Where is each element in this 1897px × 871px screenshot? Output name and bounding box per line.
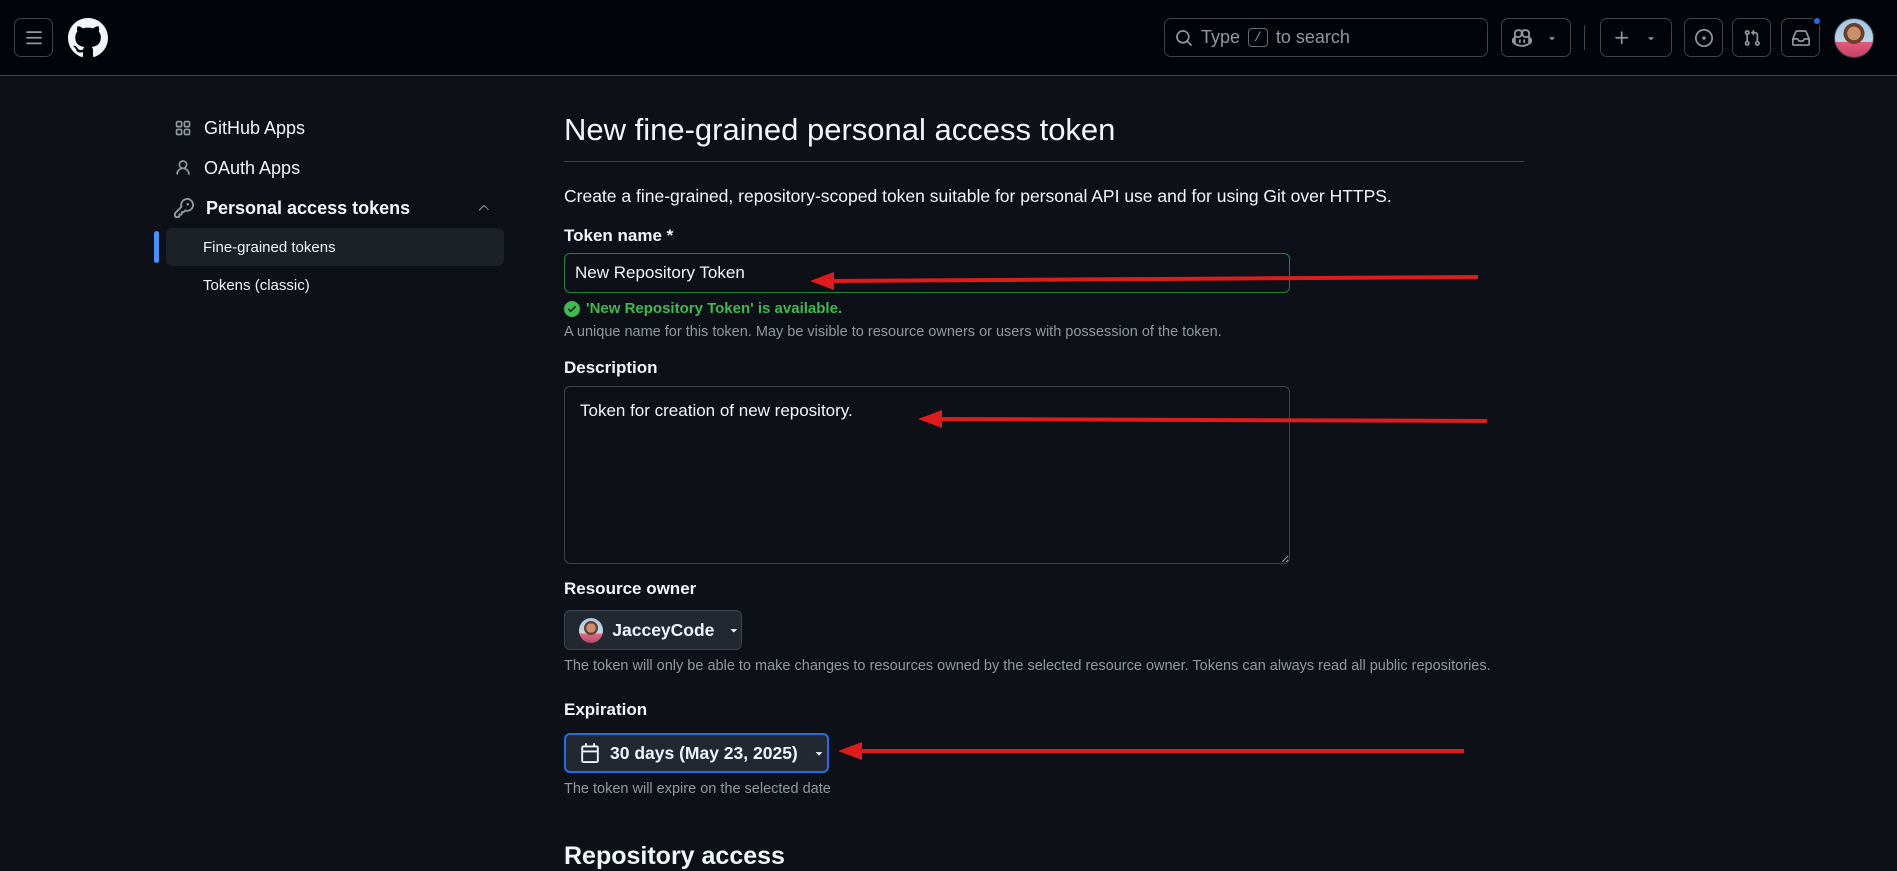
header-divider [1584,25,1585,50]
search-placeholder-suffix: to search [1275,27,1350,47]
sidebar-item-oauth-apps[interactable]: OAuth Apps [154,148,504,188]
sidebar-subitem-fine-grained-tokens[interactable]: Fine-grained tokens [154,228,504,266]
annotation-arrow-expiration [838,742,1464,760]
inbox-icon [1791,29,1810,46]
issue-opened-icon [1694,28,1713,47]
resource-owner-value: JacceyCode [612,619,715,640]
apps-icon [175,120,191,136]
notification-dot [1812,16,1822,26]
sidebar-item-github-apps[interactable]: GitHub Apps [154,108,504,148]
token-name-available-note: 'New Repository Token' is available. [564,300,842,317]
search-input[interactable]: Type / to search [1164,18,1488,57]
copilot-icon [1512,28,1532,47]
create-new-button[interactable] [1600,18,1672,57]
sidebar-item-personal-access-tokens[interactable]: Personal access tokens [154,188,504,228]
pull-requests-button[interactable] [1732,18,1771,57]
expiration-label: Expiration [564,700,648,719]
search-placeholder-prefix: Type [1201,27,1241,47]
intro-text: Create a fine-grained, repository-scoped… [564,186,1392,206]
resource-owner-hint: The token will only be able to make chan… [564,658,1491,674]
chevron-down-icon [1549,36,1555,40]
description-label: Description [564,358,658,377]
expiration-hint: The token will expire on the selected da… [564,781,831,797]
sidebar-subitem-label: Tokens (classic) [203,276,310,294]
chevron-down-icon [1648,36,1654,40]
plus-icon [1615,30,1629,44]
caret-down-icon [815,752,822,756]
search-icon [1176,29,1192,46]
sidebar-item-label: GitHub Apps [204,117,306,138]
github-logo-icon[interactable] [68,18,108,58]
user-avatar[interactable] [1834,18,1874,58]
caret-down-icon [731,629,738,633]
issues-button[interactable] [1684,18,1723,57]
git-pull-request-icon [1744,29,1760,46]
person-icon [176,160,190,175]
sidebar-item-label: Personal access tokens [206,197,411,218]
token-name-label: Token name * [564,226,674,245]
chevron-up-icon[interactable] [476,200,492,216]
owner-avatar [579,617,604,643]
expiration-value: 30 days (May 23, 2025) [610,742,798,763]
token-name-input[interactable] [564,253,1290,293]
check-circle-icon [564,300,580,317]
sidebar-item-label: OAuth Apps [204,157,301,178]
expiration-dropdown[interactable]: 30 days (May 23, 2025) [564,733,829,773]
inbox-button[interactable] [1781,16,1822,57]
calendar-icon [581,743,599,763]
token-name-hint: A unique name for this token. May be vis… [564,324,1222,340]
token-name-success-text: 'New Repository Token' is available. [586,300,843,317]
repository-access-heading: Repository access [564,842,785,870]
copilot-button[interactable] [1501,18,1571,57]
key-icon [174,198,194,218]
active-indicator [154,231,159,263]
resource-owner-dropdown[interactable]: JacceyCode [564,610,742,650]
search-shortcut-key: / [1248,28,1268,47]
sidebar-subitem-tokens-classic[interactable]: Tokens (classic) [166,266,504,304]
hamburger-icon[interactable] [14,18,53,57]
description-textarea[interactable]: Token for creation of new repository. [564,386,1290,564]
global-header: Type / to search [0,0,1897,76]
title-divider [564,161,1524,162]
settings-sidebar: GitHub Apps OAuth Apps Personal access t… [154,108,504,304]
resource-owner-label: Resource owner [564,579,697,598]
page-title: New fine-grained personal access token [564,112,1116,147]
sidebar-subitem-label: Fine-grained tokens [203,238,336,256]
